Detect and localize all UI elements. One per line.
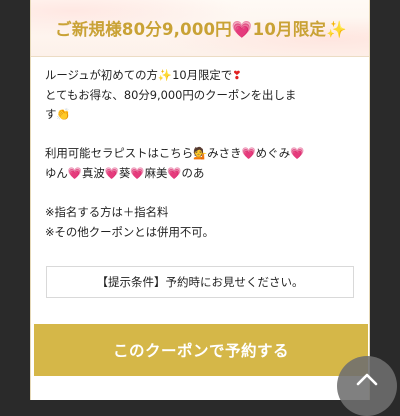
therapist-name: めぐみ bbox=[255, 146, 291, 161]
heart-icon: 💗 bbox=[241, 146, 256, 161]
therapist-line-2: ゆん💗真波💗葵💗麻美💗のあ bbox=[45, 164, 363, 184]
person-tipping-hand-icon: 💁 bbox=[193, 146, 208, 161]
line3-text: す bbox=[45, 107, 57, 122]
line1-text-b: 10月限定で bbox=[172, 68, 233, 82]
therapist-line-1: 利用可能セラピストはこちら💁みさき💗めぐみ💗 bbox=[45, 144, 363, 164]
reserve-with-coupon-button[interactable]: このクーポンで予約する bbox=[34, 324, 368, 376]
therapist-name: 麻美 bbox=[144, 165, 168, 180]
therapist-name: 葵 bbox=[118, 165, 131, 180]
coupon-card: ご新規様80分9,000円💗10月限定✨ ルージュが初めての方✨10月限定で❣ … bbox=[30, 0, 370, 400]
heart-icon: 💗 bbox=[167, 165, 182, 180]
coupon-description: ルージュが初めての方✨10月限定で❣ とてもお得な、80分9,000円のクーポン… bbox=[45, 66, 363, 242]
heart-icon: 💗 bbox=[290, 146, 305, 161]
heart-icon: 💗 bbox=[130, 165, 145, 180]
heart-icon: 💗 bbox=[67, 165, 82, 180]
heart-icon: 💗 bbox=[231, 20, 253, 39]
therapist-name: 真波 bbox=[81, 165, 105, 180]
exclamation-heart-icon: ❣ bbox=[232, 68, 242, 82]
note-no-combination: ※その他クーポンとは併用不可。 bbox=[45, 224, 215, 239]
therapist-intro: 利用可能セラピストはこちら bbox=[45, 146, 194, 161]
heart-icon: 💗 bbox=[104, 165, 119, 180]
sparkle-icon: ✨ bbox=[326, 20, 347, 39]
description-line-1: ルージュが初めての方✨10月限定で❣ bbox=[45, 66, 363, 86]
scroll-to-top-button[interactable] bbox=[337, 356, 397, 416]
line1-text-a: ルージュが初めての方 bbox=[45, 68, 158, 82]
title-text-2: 10月限定 bbox=[252, 20, 327, 39]
presentation-condition: 【提示条件】予約時にお見せください。 bbox=[46, 266, 354, 298]
chevron-up-icon bbox=[356, 373, 378, 386]
title-text-1: ご新規様80分9,000円 bbox=[55, 20, 232, 39]
coupon-title: ご新規様80分9,000円💗10月限定✨ bbox=[55, 16, 347, 40]
description-line-3: す👏 bbox=[45, 105, 363, 125]
therapist-name: みさき bbox=[207, 146, 242, 161]
sparkle-icon: ✨ bbox=[157, 68, 173, 82]
description-line-2: とてもお得な、80分9,000円のクーポンを出しま bbox=[45, 87, 297, 102]
coupon-title-bar: ご新規様80分9,000円💗10月限定✨ bbox=[31, 0, 369, 57]
therapist-name: のあ bbox=[181, 165, 205, 180]
therapist-name: ゆん bbox=[45, 165, 68, 180]
clapping-hands-icon: 👏 bbox=[56, 107, 71, 122]
note-nomination-fee: ※指名する方は＋指名料 bbox=[45, 205, 169, 220]
